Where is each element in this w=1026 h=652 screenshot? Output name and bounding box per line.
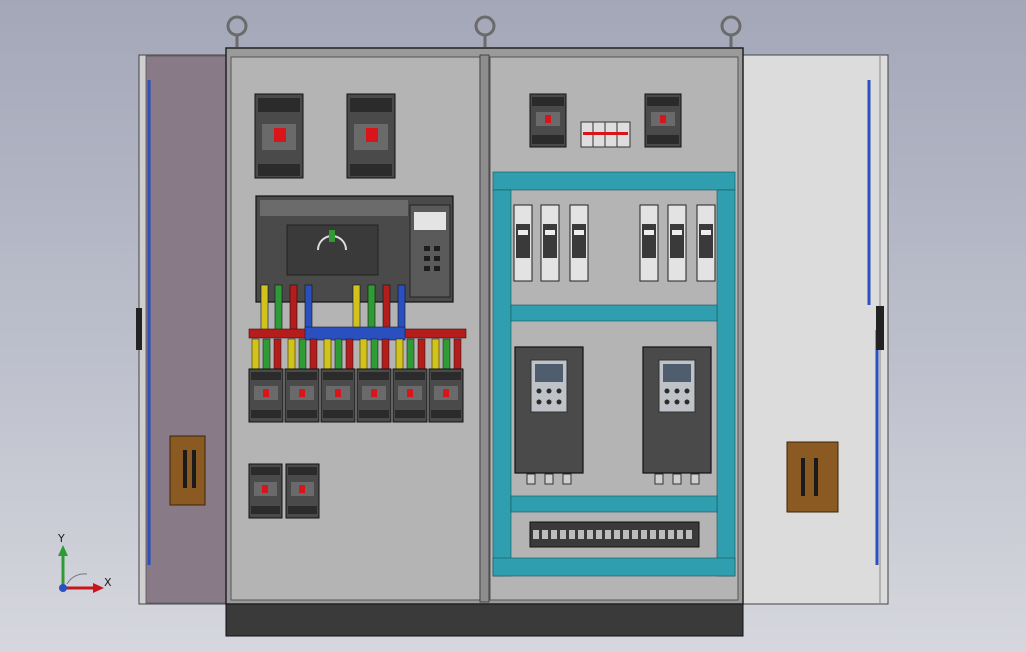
main-breaker-1 — [254, 93, 304, 179]
motor-protection-unit — [569, 204, 589, 282]
right-door — [741, 54, 889, 605]
motor-protection-unit — [667, 204, 687, 282]
left-door — [136, 54, 230, 605]
x-axis-label: X — [104, 576, 112, 589]
variable-frequency-drive-2 — [642, 346, 712, 485]
auxiliary-breaker — [248, 463, 283, 519]
branch-breaker — [284, 368, 320, 423]
right-top-breaker-1 — [529, 93, 567, 148]
terminal-block-strip — [529, 521, 700, 548]
branch-breaker — [428, 368, 464, 423]
branch-breaker — [356, 368, 392, 423]
branch-breaker — [392, 368, 428, 423]
branch-breaker — [248, 368, 284, 423]
cad-viewport: Y X — [0, 0, 1026, 652]
right-top-breaker-2 — [644, 93, 682, 148]
motor-protection-unit — [639, 204, 659, 282]
motor-protection-unit — [513, 204, 533, 282]
auxiliary-breaker — [285, 463, 320, 519]
lifting-eyes — [226, 15, 742, 47]
busbar — [248, 326, 467, 341]
y-axis-label: Y — [57, 532, 65, 545]
left-door-document-pocket — [169, 435, 206, 506]
fuse-holders — [580, 121, 631, 148]
z-axis-origin — [59, 584, 67, 592]
main-breaker-2 — [346, 93, 396, 179]
electrical-cabinet-model: Y X — [57, 15, 889, 637]
motor-protection-unit — [696, 204, 716, 282]
branch-breaker — [320, 368, 356, 423]
motor-protection-unit — [540, 204, 560, 282]
right-door-document-pocket — [786, 441, 839, 513]
variable-frequency-drive-1 — [514, 346, 584, 485]
axis-triad: Y X — [57, 532, 112, 593]
cabinet-plinth — [225, 601, 744, 637]
